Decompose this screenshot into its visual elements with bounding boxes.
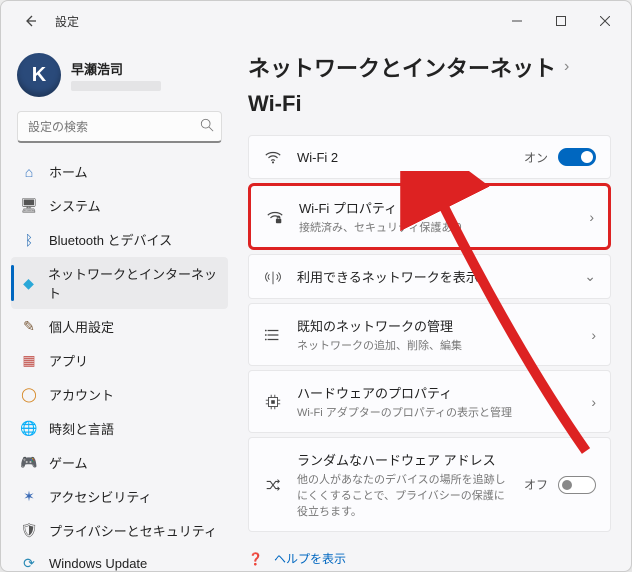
known-sub: ネットワークの追加、削除、編集 bbox=[297, 337, 577, 353]
available-networks-card[interactable]: 利用できるネットワークを表示 ⌄ bbox=[248, 254, 611, 299]
sidebar-item-label: Bluetooth とデバイス bbox=[49, 230, 172, 249]
sidebar-item-label: アクセシビリティ bbox=[49, 487, 152, 506]
random-mac-toggle[interactable] bbox=[558, 476, 596, 494]
bluetooth-icon: ᛒ bbox=[21, 232, 37, 248]
random-title: ランダムなハードウェア アドレス bbox=[297, 450, 510, 469]
sidebar-item-network[interactable]: ◆ ネットワークとインターネット bbox=[11, 257, 228, 309]
time-language-icon: 🌐 bbox=[21, 421, 37, 437]
available-title: 利用できるネットワークを表示 bbox=[297, 267, 570, 286]
system-icon: 🖥 bbox=[21, 198, 37, 214]
user-profile[interactable]: K 早瀬浩司 bbox=[11, 47, 228, 111]
chevron-right-icon: › bbox=[589, 209, 594, 225]
chevron-down-icon: ⌄ bbox=[584, 268, 596, 285]
hardware-properties-card[interactable]: ハードウェアのプロパティ Wi-Fi アダプターのプロパティの表示と管理 › bbox=[248, 370, 611, 433]
search-icon bbox=[200, 118, 214, 137]
sidebar-item-label: 個人用設定 bbox=[49, 317, 114, 336]
home-icon: ⌂ bbox=[21, 164, 37, 180]
apps-icon: ▦ bbox=[21, 353, 37, 369]
back-button[interactable] bbox=[17, 7, 45, 35]
search-input[interactable] bbox=[17, 111, 222, 143]
list-icon bbox=[263, 326, 283, 344]
sidebar-item-update[interactable]: ⟳ Windows Update bbox=[11, 548, 228, 571]
chevron-right-icon: › bbox=[591, 327, 596, 343]
wifi-toggle[interactable] bbox=[558, 148, 596, 166]
account-icon: ◯ bbox=[21, 387, 37, 403]
hardware-title: ハードウェアのプロパティ bbox=[297, 383, 577, 402]
sidebar-item-label: ゲーム bbox=[49, 453, 88, 472]
wifi-toggle-card[interactable]: Wi-Fi 2 オン bbox=[248, 135, 611, 179]
breadcrumb-current: Wi-Fi bbox=[248, 91, 302, 117]
chip-icon bbox=[263, 393, 283, 411]
known-networks-card[interactable]: 既知のネットワークの管理 ネットワークの追加、削除、編集 › bbox=[248, 303, 611, 366]
wifi-status-label: オン bbox=[524, 149, 548, 166]
user-name: 早瀬浩司 bbox=[71, 59, 161, 78]
sidebar-item-home[interactable]: ⌂ ホーム bbox=[11, 155, 228, 188]
wifi-name: Wi-Fi 2 bbox=[297, 150, 510, 165]
known-title: 既知のネットワークの管理 bbox=[297, 316, 577, 335]
gaming-icon: 🎮 bbox=[21, 455, 37, 471]
random-sub: 他の人があなたのデバイスの場所を追跡しにくくすることで、プライバシーの保護に役立… bbox=[297, 471, 510, 519]
wifi-lock-icon bbox=[265, 208, 285, 226]
sidebar-item-account[interactable]: ◯ アカウント bbox=[11, 378, 228, 411]
sidebar: K 早瀬浩司 ⌂ ホーム 🖥 システム ᛒ Bluetooth とデバイス ◆ ネットワ… bbox=[1, 41, 236, 571]
search-box bbox=[17, 111, 222, 143]
settings-window: 設定 K 早瀬浩司 ⌂ ホーム 🖥 システム ᛒ Bluetooth とデバイス bbox=[0, 0, 632, 572]
chevron-right-icon: › bbox=[564, 58, 569, 76]
random-mac-card[interactable]: ランダムなハードウェア アドレス 他の人があなたのデバイスの場所を追跡しにくくす… bbox=[248, 437, 611, 532]
personalization-icon: ✎ bbox=[21, 319, 37, 335]
sidebar-item-accessibility[interactable]: ✶ アクセシビリティ bbox=[11, 480, 228, 513]
close-button[interactable] bbox=[583, 5, 627, 37]
sidebar-item-apps[interactable]: ▦ アプリ bbox=[11, 344, 228, 377]
minimize-icon bbox=[512, 16, 522, 26]
properties-sub: 接続済み、セキュリティ保護あり bbox=[299, 219, 575, 235]
shuffle-icon bbox=[263, 476, 283, 494]
network-icon: ◆ bbox=[21, 275, 36, 291]
sidebar-item-time[interactable]: 🌐 時刻と言語 bbox=[11, 412, 228, 445]
avatar: K bbox=[17, 53, 61, 97]
sidebar-item-label: アカウント bbox=[49, 385, 114, 404]
sidebar-item-gaming[interactable]: 🎮 ゲーム bbox=[11, 446, 228, 479]
help-label: ヘルプを表示 bbox=[274, 550, 346, 567]
sidebar-item-personalization[interactable]: ✎ 個人用設定 bbox=[11, 310, 228, 343]
sidebar-item-label: ネットワークとインターネット bbox=[48, 264, 218, 302]
user-sub-placeholder bbox=[71, 81, 161, 91]
help-icon: ❓ bbox=[248, 552, 264, 566]
hardware-sub: Wi-Fi アダプターのプロパティの表示と管理 bbox=[297, 404, 577, 420]
sidebar-item-label: ホーム bbox=[49, 162, 88, 181]
update-icon: ⟳ bbox=[21, 555, 37, 571]
window-title: 設定 bbox=[55, 13, 79, 30]
properties-title: Wi-Fi プロパティ bbox=[299, 198, 575, 217]
nav-list: ⌂ ホーム 🖥 システム ᛒ Bluetooth とデバイス ◆ ネットワークとインター… bbox=[11, 155, 228, 571]
sidebar-item-privacy[interactable]: 🛡 プライバシーとセキュリティ bbox=[11, 514, 228, 547]
accessibility-icon: ✶ bbox=[21, 489, 37, 505]
random-status-label: オフ bbox=[524, 476, 548, 493]
chevron-right-icon: › bbox=[591, 394, 596, 410]
sidebar-item-label: アプリ bbox=[49, 351, 88, 370]
breadcrumb: ネットワークとインターネット › Wi-Fi bbox=[248, 51, 611, 117]
antenna-icon bbox=[263, 268, 283, 286]
main-content: ネットワークとインターネット › Wi-Fi Wi-Fi 2 オン Wi-Fi … bbox=[236, 41, 631, 571]
titlebar: 設定 bbox=[1, 1, 631, 41]
sidebar-item-label: 時刻と言語 bbox=[49, 419, 114, 438]
back-arrow-icon bbox=[23, 13, 39, 29]
wifi-properties-card[interactable]: Wi-Fi プロパティ 接続済み、セキュリティ保護あり › bbox=[248, 183, 611, 250]
close-icon bbox=[600, 16, 610, 26]
sidebar-item-bluetooth[interactable]: ᛒ Bluetooth とデバイス bbox=[11, 223, 228, 256]
maximize-icon bbox=[556, 16, 566, 26]
minimize-button[interactable] bbox=[495, 5, 539, 37]
breadcrumb-parent[interactable]: ネットワークとインターネット bbox=[248, 51, 556, 83]
footer-links: ❓ヘルプを表示 💬フィードバックの送信 bbox=[248, 550, 611, 571]
sidebar-item-label: プライバシーとセキュリティ bbox=[49, 521, 217, 540]
privacy-icon: 🛡 bbox=[21, 523, 37, 539]
sidebar-item-label: Windows Update bbox=[49, 556, 147, 571]
sidebar-item-label: システム bbox=[49, 196, 101, 215]
sidebar-item-system[interactable]: 🖥 システム bbox=[11, 189, 228, 222]
wifi-icon bbox=[263, 148, 283, 166]
help-link[interactable]: ❓ ヘルプを表示 bbox=[248, 550, 611, 567]
maximize-button[interactable] bbox=[539, 5, 583, 37]
